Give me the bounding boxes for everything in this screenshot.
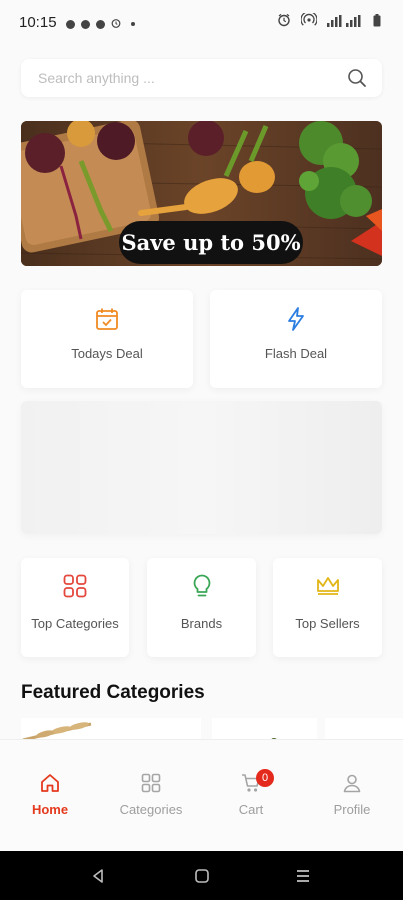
- categories-icon: [140, 772, 162, 799]
- nav-profile-label: Profile: [333, 802, 371, 817]
- status-bar: 10:15: [0, 0, 403, 44]
- lightbulb-icon: [191, 573, 213, 604]
- nav-cart[interactable]: 0 Cart: [201, 740, 301, 852]
- message-icon: [66, 19, 75, 29]
- system-status-icons: [277, 10, 381, 32]
- grid-icon: [62, 573, 88, 604]
- top-sellers-card[interactable]: Top Sellers: [273, 558, 382, 657]
- app-notification-icon: [81, 19, 90, 29]
- alarm-icon: [111, 15, 121, 33]
- promo-banner[interactable]: Save up to 50%: [21, 121, 382, 266]
- calendar-check-icon: [94, 306, 120, 337]
- home-icon: [39, 772, 61, 799]
- banner-promo-text: Save up to 50%: [119, 221, 303, 264]
- flash-deal-card[interactable]: Flash Deal: [210, 290, 382, 388]
- loading-placeholder: [21, 401, 382, 534]
- todays-deal-label: Todays Deal: [71, 346, 143, 361]
- nav-profile[interactable]: Profile: [302, 740, 402, 852]
- cart-count-badge: 0: [256, 769, 274, 787]
- nav-categories-label: Categories: [119, 802, 183, 817]
- nav-cart-label: Cart: [238, 802, 264, 817]
- nav-home-label: Home: [31, 802, 69, 817]
- notification-icons: [66, 15, 135, 33]
- search-bar[interactable]: Search anything ...: [21, 59, 382, 97]
- recent-apps-icon[interactable]: [295, 868, 311, 889]
- more-notifications-icon: [131, 22, 135, 26]
- back-icon[interactable]: [90, 868, 106, 889]
- nav-categories[interactable]: Categories: [101, 740, 201, 852]
- alarm-icon: [277, 13, 291, 32]
- battery-icon: [373, 13, 381, 32]
- nav-home[interactable]: Home: [0, 740, 100, 852]
- hotspot-icon: [300, 10, 318, 32]
- system-navigation-bar: [0, 851, 403, 900]
- top-sellers-label: Top Sellers: [295, 616, 360, 631]
- signal-icon: [327, 14, 363, 32]
- crown-icon: [315, 573, 341, 602]
- flash-deal-label: Flash Deal: [264, 346, 328, 361]
- status-time: 10:15: [19, 14, 57, 31]
- reddit-icon: [96, 19, 105, 29]
- todays-deal-card[interactable]: Todays Deal: [21, 290, 193, 388]
- brands-label: Brands: [180, 616, 223, 631]
- featured-categories-title: Featured Categories: [21, 682, 205, 703]
- profile-icon: [341, 772, 363, 799]
- bottom-navigation: Home Categories 0 Cart Profile: [0, 739, 403, 852]
- search-placeholder: Search anything ...: [38, 70, 155, 86]
- lightning-icon: [284, 306, 308, 337]
- top-categories-card[interactable]: Top Categories: [21, 558, 129, 657]
- home-button-icon[interactable]: [194, 868, 210, 889]
- brands-card[interactable]: Brands: [147, 558, 256, 657]
- search-icon[interactable]: [346, 67, 368, 94]
- top-categories-label: Top Categories: [31, 616, 119, 631]
